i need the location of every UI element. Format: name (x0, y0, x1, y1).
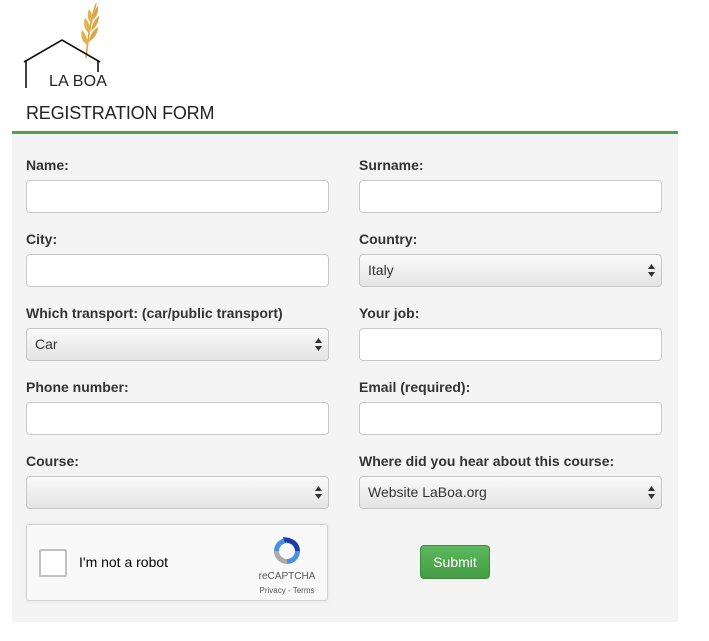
email-field-group: Email (required): (359, 377, 662, 435)
city-label: City: (26, 231, 58, 247)
logo-text: LA BOA (49, 73, 108, 90)
select-arrows-icon (648, 486, 655, 499)
surname-input[interactable] (359, 180, 662, 213)
phone-label: Phone number: (26, 379, 129, 395)
recaptcha-widget: I'm not a robot reCAPTCHA Privacy - Term… (26, 524, 328, 601)
course-field-group: Course: (26, 451, 329, 509)
transport-select-value: Car (35, 336, 58, 352)
email-input[interactable] (359, 402, 662, 435)
phone-input[interactable] (26, 402, 329, 435)
name-label: Name: (26, 157, 69, 173)
job-field-group: Your job: (359, 303, 662, 361)
hear-field-group: Where did you hear about this course: We… (359, 451, 662, 509)
job-label: Your job: (359, 305, 420, 321)
hear-label: Where did you hear about this course: (359, 453, 615, 469)
hear-select-value: Website LaBoa.org (368, 484, 487, 500)
hear-select[interactable]: Website LaBoa.org (359, 476, 662, 509)
select-arrows-icon (315, 338, 322, 351)
recaptcha-logo-icon (274, 537, 300, 564)
course-select[interactable] (26, 476, 329, 509)
city-input[interactable] (26, 254, 329, 287)
name-field-group: Name: (26, 155, 329, 213)
country-select[interactable]: Italy (359, 254, 662, 287)
transport-select[interactable]: Car (26, 328, 329, 361)
transport-label: Which transport: (car/public transport) (26, 305, 283, 321)
country-select-value: Italy (368, 262, 394, 278)
city-field-group: City: (26, 229, 329, 287)
recaptcha-checkbox[interactable] (39, 549, 67, 577)
country-field-group: Country: Italy (359, 229, 662, 287)
country-label: Country: (359, 231, 418, 247)
transport-field-group: Which transport: (car/public transport) … (26, 303, 329, 361)
surname-field-group: Surname: (359, 155, 662, 213)
select-arrows-icon (315, 486, 322, 499)
name-input[interactable] (26, 180, 329, 213)
submit-button[interactable]: Submit (420, 545, 490, 579)
recaptcha-label: I'm not a robot (79, 554, 169, 570)
email-label: Email (required): (359, 379, 471, 395)
page-title: REGISTRATION FORM (26, 103, 215, 123)
phone-field-group: Phone number: (26, 377, 329, 435)
surname-label: Surname: (359, 157, 424, 173)
job-input[interactable] (359, 328, 662, 361)
select-arrows-icon (648, 264, 655, 277)
recaptcha-privacy-terms-link[interactable]: Privacy - Terms (255, 586, 319, 595)
course-label: Course: (26, 453, 79, 469)
recaptcha-brand: reCAPTCHA (258, 571, 316, 582)
